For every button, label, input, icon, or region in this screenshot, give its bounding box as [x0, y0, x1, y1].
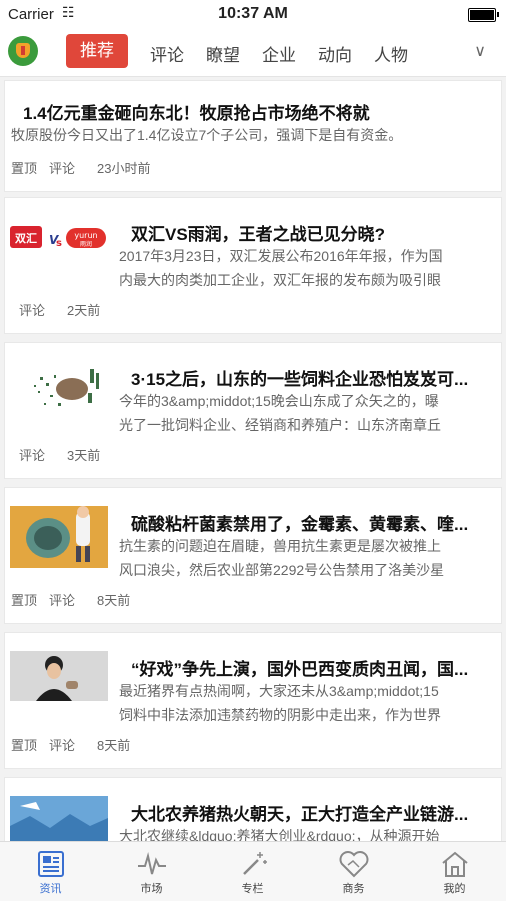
status-time: 10:37 AM: [218, 5, 288, 22]
tab-news[interactable]: 资讯: [0, 842, 101, 901]
svg-text:s: s: [56, 238, 62, 249]
magic-wand-icon: [238, 850, 268, 878]
chevron-down-icon[interactable]: ∨: [474, 41, 486, 61]
list-item[interactable]: 双汇 V s yurun 雨润 双汇VS雨润，王者之战已见分晓? 2017年3月…: [4, 197, 502, 334]
pin-badge: 置顶: [11, 738, 38, 753]
article-summary: 牧原股份今日又出了1.4亿设立7个子公司，强调下是自有资金。: [11, 127, 403, 143]
home-icon: [440, 850, 470, 878]
comment-link[interactable]: 评论: [49, 593, 75, 608]
comment-link[interactable]: 评论: [49, 161, 75, 176]
handshake-icon: [339, 850, 369, 878]
article-summary-line-1: 2017年3月23日，双汇发展公布2016年年报，作为国: [119, 248, 443, 264]
list-item[interactable]: 3·15之后，山东的一些饲料企业恐怕岌岌可... 今年的3&amp;middot…: [4, 342, 502, 479]
article-meta: 评论 2天前: [19, 300, 112, 319]
article-thumbnail: [10, 359, 108, 421]
article-time: 2天前: [67, 303, 101, 318]
article-list[interactable]: 1.4亿元重金砸向东北！牧原抢占市场绝不将就 牧原股份今日又出了1.4亿设立7个…: [0, 77, 506, 841]
article-meta: 置顶 评论 8天前: [11, 735, 142, 754]
pulse-chart-icon: [137, 850, 167, 878]
battery-icon: [468, 8, 499, 22]
article-thumbnail: [10, 506, 108, 568]
article-thumbnail: [10, 796, 108, 841]
tab-label: 资讯: [39, 883, 62, 895]
list-item[interactable]: 大北农养猪热火朝天，正大打造全产业链游... 大北农继续&ldquo;养猪大创业…: [4, 777, 502, 841]
tab-trends[interactable]: 动向: [318, 41, 352, 66]
svg-text:雨润: 雨润: [80, 240, 92, 248]
tab-recommend[interactable]: 推荐: [66, 34, 128, 68]
article-summary-line-2: 光了一批饲料企业、经销商和养殖户：山东济南章丘: [119, 417, 441, 433]
article-title: 大北农养猪热火朝天，正大打造全产业链游...: [131, 805, 469, 824]
pin-badge: 置顶: [11, 593, 38, 608]
svg-text:双汇: 双汇: [15, 232, 37, 245]
article-summary-line-1: 最近猪界有点热闹啊，大家还未从3&amp;middot;15: [119, 683, 439, 699]
tab-business[interactable]: 商务: [303, 842, 404, 901]
comment-link[interactable]: 评论: [19, 303, 45, 318]
article-summary-line-1: 今年的3&amp;middot;15晚会山东成了众矢之的，曝: [119, 393, 439, 409]
article-thumbnail: [10, 651, 108, 701]
tab-people[interactable]: 人物: [374, 41, 408, 66]
article-meta: 置顶 评论 23小时前: [11, 158, 163, 177]
article-meta: 置顶 评论 8天前: [11, 590, 142, 609]
list-item[interactable]: 硫酸粘杆菌素禁用了，金霉素、黄霉素、喹... 抗生素的问题迫在眉睫，兽用抗生素更…: [4, 487, 502, 624]
article-summary-line-1: 大北农继续&ldquo;养猪大创业&rdquo;，从种源开始: [119, 828, 440, 841]
article-title: “好戏”争先上演，国外巴西变质肉丑闻，国...: [131, 660, 469, 679]
article-summary-line-1: 抗生素的问题迫在眉睫，兽用抗生素更是屡次被推上: [119, 538, 441, 554]
tab-label: 商务: [342, 883, 365, 895]
tab-market[interactable]: 市场: [101, 842, 202, 901]
article-title: 硫酸粘杆菌素禁用了，金霉素、黄霉素、喹...: [131, 515, 469, 534]
list-item[interactable]: “好戏”争先上演，国外巴西变质肉丑闻，国... 最近猪界有点热闹啊，大家还未从3…: [4, 632, 502, 769]
article-meta: 评论 3天前: [19, 445, 112, 464]
article-time: 8天前: [97, 593, 131, 608]
list-item[interactable]: 1.4亿元重金砸向东北！牧原抢占市场绝不将就 牧原股份今日又出了1.4亿设立7个…: [4, 80, 502, 192]
comment-link[interactable]: 评论: [49, 738, 75, 753]
article-time: 8天前: [97, 738, 131, 753]
bottom-tab-bar: 资讯 市场 专栏 商务 我的: [0, 841, 506, 901]
tab-enterprise[interactable]: 企业: [262, 41, 296, 66]
article-summary-line-2: 内最大的肉类加工企业，双汇年报的发布颇为吸引眼: [119, 272, 441, 288]
article-thumbnail: 双汇 V s yurun 雨润: [10, 222, 108, 256]
app-logo: [8, 36, 38, 66]
article-summary-line-2: 饲料中非法添加违禁药物的阴影中走出来，作为世界: [119, 707, 441, 723]
comment-link[interactable]: 评论: [19, 448, 45, 463]
tab-label: 专栏: [241, 883, 264, 895]
tab-label: 市场: [140, 883, 163, 895]
article-summary-line-2: 风口浪尖，然后农业部第2292号公告禁用了洛美沙星: [119, 562, 445, 578]
svg-text:yurun: yurun: [74, 231, 97, 240]
tab-me[interactable]: 我的: [404, 842, 505, 901]
tab-comment[interactable]: 评论: [150, 41, 184, 66]
article-time: 23小时前: [97, 161, 151, 176]
article-title: 3·15之后，山东的一些饲料企业恐怕岌岌可...: [131, 370, 469, 389]
tab-outlook[interactable]: 瞭望: [206, 41, 240, 66]
article-title: 双汇VS雨润，王者之战已见分晓?: [131, 225, 386, 244]
news-icon: [36, 850, 66, 878]
tab-column[interactable]: 专栏: [202, 842, 303, 901]
tab-label: 我的: [443, 883, 466, 895]
article-time: 3天前: [67, 448, 101, 463]
top-nav: 推荐 评论 瞭望 企业 动向 人物 ∨: [0, 28, 506, 77]
article-title: 1.4亿元重金砸向东北！牧原抢占市场绝不将就: [23, 104, 370, 123]
pin-badge: 置顶: [11, 161, 38, 176]
status-bar: Carrier ☷ 10:37 AM: [0, 0, 506, 28]
